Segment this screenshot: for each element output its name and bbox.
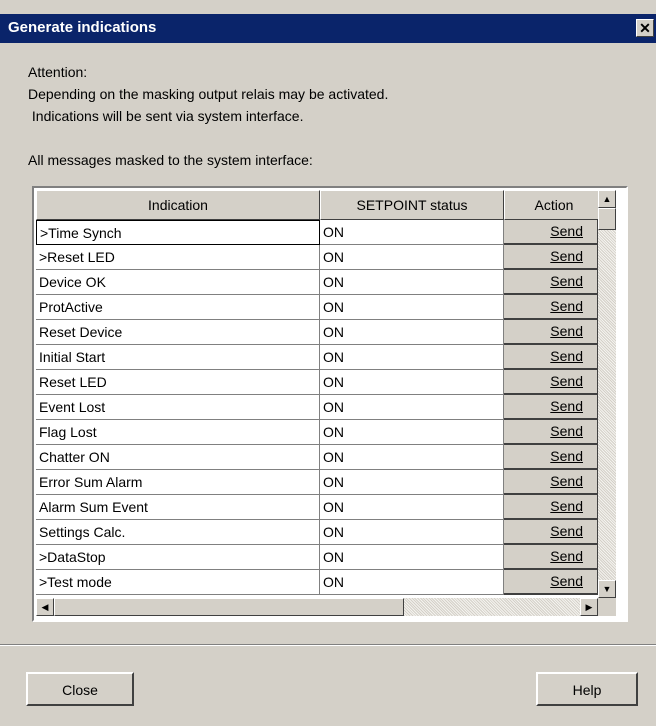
setpoint-status-cell[interactable]: ON xyxy=(320,220,504,245)
attention-text-2: Indications will be sent via system inte… xyxy=(28,108,304,124)
scroll-down-icon: ▼ xyxy=(602,584,612,594)
setpoint-status-cell[interactable]: ON xyxy=(320,420,504,445)
setpoint-status-cell[interactable]: ON xyxy=(320,470,504,495)
setpoint-status-cell[interactable]: ON xyxy=(320,370,504,395)
table-row[interactable]: >Test mode ON Send xyxy=(36,570,598,595)
table-row[interactable]: Reset Device ON Send xyxy=(36,320,598,345)
scroll-left-button[interactable]: ◀ xyxy=(36,598,54,616)
scroll-right-button[interactable]: ▶ xyxy=(580,598,598,616)
table-row[interactable]: >Time Synch ON Send xyxy=(36,220,598,245)
scroll-left-icon: ◀ xyxy=(41,602,49,612)
generate-indications-dialog: Generate indications ✕ Attention: Depend… xyxy=(0,0,656,726)
table-row[interactable]: >Reset LED ON Send xyxy=(36,245,598,270)
send-button[interactable]: Send xyxy=(504,395,598,420)
setpoint-status-cell[interactable]: ON xyxy=(320,345,504,370)
close-window-button[interactable]: ✕ xyxy=(636,19,654,37)
table-row[interactable]: Flag Lost ON Send xyxy=(36,420,598,445)
send-button[interactable]: Send xyxy=(504,445,598,470)
setpoint-status-cell[interactable]: ON xyxy=(320,445,504,470)
window-title: Generate indications xyxy=(8,19,157,36)
send-button[interactable]: Send xyxy=(504,370,598,395)
indications-table: Indication SETPOINT status Action >Time … xyxy=(32,186,628,622)
attention-label: Attention: xyxy=(28,64,88,80)
scroll-up-button[interactable]: ▲ xyxy=(598,190,616,208)
scroll-up-icon: ▲ xyxy=(602,194,612,204)
vertical-scroll-thumb[interactable] xyxy=(598,208,616,230)
send-button[interactable]: Send xyxy=(504,420,598,445)
column-header-indication[interactable]: Indication xyxy=(36,190,320,220)
table-row[interactable]: Event Lost ON Send xyxy=(36,395,598,420)
setpoint-status-cell[interactable]: ON xyxy=(320,395,504,420)
send-button[interactable]: Send xyxy=(504,545,598,570)
close-icon: ✕ xyxy=(639,19,651,36)
setpoint-status-cell[interactable]: ON xyxy=(320,270,504,295)
send-button[interactable]: Send xyxy=(504,295,598,320)
indication-cell[interactable]: Flag Lost xyxy=(36,420,320,445)
send-button[interactable]: Send xyxy=(504,470,598,495)
indication-cell[interactable]: Reset LED xyxy=(36,370,320,395)
horizontal-scroll-thumb[interactable] xyxy=(54,598,404,616)
setpoint-status-cell[interactable]: ON xyxy=(320,570,504,595)
indication-cell[interactable]: Alarm Sum Event xyxy=(36,495,320,520)
table-row[interactable]: Settings Calc. ON Send xyxy=(36,520,598,545)
column-header-setpoint-status[interactable]: SETPOINT status xyxy=(320,190,504,220)
table-viewport: Indication SETPOINT status Action >Time … xyxy=(36,190,598,598)
indication-cell[interactable]: >DataStop xyxy=(36,545,320,570)
setpoint-status-cell[interactable]: ON xyxy=(320,495,504,520)
setpoint-status-cell[interactable]: ON xyxy=(320,520,504,545)
table-row[interactable]: Chatter ON ON Send xyxy=(36,445,598,470)
table-row[interactable]: Alarm Sum Event ON Send xyxy=(36,495,598,520)
table-row[interactable]: Initial Start ON Send xyxy=(36,345,598,370)
horizontal-scrollbar[interactable]: ◀ ▶ xyxy=(36,598,598,616)
table-row[interactable]: ProtActive ON Send xyxy=(36,295,598,320)
close-button[interactable]: Close xyxy=(26,672,134,706)
send-button[interactable]: Send xyxy=(504,220,598,245)
send-button[interactable]: Send xyxy=(504,570,598,595)
send-button[interactable]: Send xyxy=(504,495,598,520)
indication-cell[interactable]: ProtActive xyxy=(36,295,320,320)
setpoint-status-cell[interactable]: ON xyxy=(320,295,504,320)
setpoint-status-cell[interactable]: ON xyxy=(320,545,504,570)
footer-divider xyxy=(0,644,656,646)
table-row[interactable]: Error Sum Alarm ON Send xyxy=(36,470,598,495)
indication-cell[interactable]: >Time Synch xyxy=(36,220,320,245)
column-header-action[interactable]: Action xyxy=(504,190,598,220)
help-button-label: Help xyxy=(572,682,602,698)
indication-cell[interactable]: Chatter ON xyxy=(36,445,320,470)
indication-cell[interactable]: >Test mode xyxy=(36,570,320,595)
indication-cell[interactable]: >Reset LED xyxy=(36,245,320,270)
scroll-right-icon: ▶ xyxy=(585,602,593,612)
table-row[interactable]: >DataStop ON Send xyxy=(36,545,598,570)
vertical-scrollbar[interactable]: ▲ ▼ xyxy=(598,190,616,598)
close-button-label: Close xyxy=(62,682,98,698)
setpoint-status-cell[interactable]: ON xyxy=(320,245,504,270)
indication-cell[interactable]: Settings Calc. xyxy=(36,520,320,545)
indication-cell[interactable]: Reset Device xyxy=(36,320,320,345)
title-bar[interactable]: Generate indications ✕ xyxy=(0,14,656,43)
indication-cell[interactable]: Error Sum Alarm xyxy=(36,470,320,495)
help-button[interactable]: Help xyxy=(536,672,638,706)
table-row[interactable]: Reset LED ON Send xyxy=(36,370,598,395)
send-button[interactable]: Send xyxy=(504,270,598,295)
send-button[interactable]: Send xyxy=(504,345,598,370)
send-button[interactable]: Send xyxy=(504,320,598,345)
send-button[interactable]: Send xyxy=(504,245,598,270)
indication-cell[interactable]: Event Lost xyxy=(36,395,320,420)
indication-cell[interactable]: Device OK xyxy=(36,270,320,295)
scroll-down-button[interactable]: ▼ xyxy=(598,580,616,598)
attention-text-1: Depending on the masking output relais m… xyxy=(28,86,389,102)
scrollbar-corner xyxy=(598,598,616,616)
indication-cell[interactable]: Initial Start xyxy=(36,345,320,370)
setpoint-status-cell[interactable]: ON xyxy=(320,320,504,345)
table-row[interactable]: Device OK ON Send xyxy=(36,270,598,295)
list-caption: All messages masked to the system interf… xyxy=(28,152,313,168)
send-button[interactable]: Send xyxy=(504,520,598,545)
